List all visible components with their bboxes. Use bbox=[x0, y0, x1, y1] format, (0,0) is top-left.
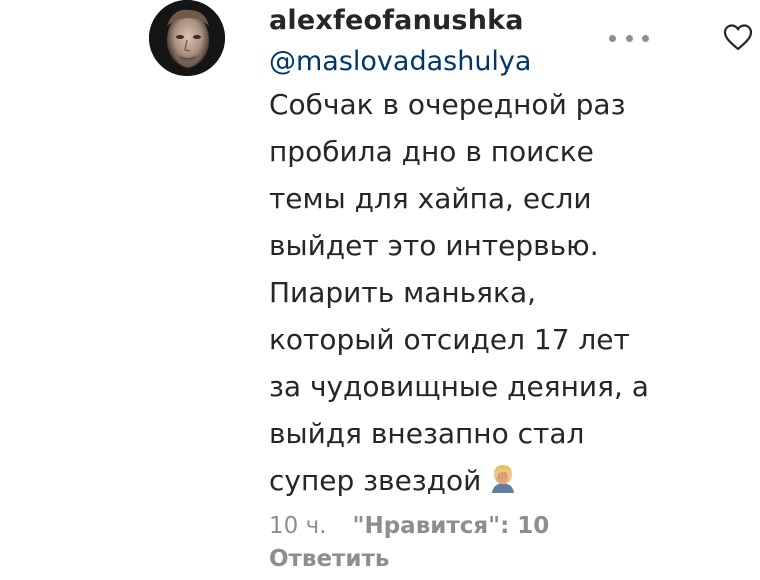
comment-text: Собчак в очередной раз пробила дно в пои… bbox=[269, 81, 699, 504]
comment-mention[interactable]: @maslovadashulya bbox=[269, 43, 699, 81]
comment-text-line: темы для хайпа, если bbox=[269, 182, 592, 215]
comment-text-line: Собчак в очередной раз bbox=[269, 88, 626, 121]
face-palm-emoji-icon bbox=[492, 465, 515, 493]
comment-text-line: выйдя внезапно стал bbox=[269, 417, 585, 450]
comment-text-line: Пиарить маньяка, bbox=[269, 276, 536, 309]
comment-text-line: выйдет это интервью. bbox=[269, 229, 599, 262]
comment-meta: 10 ч. "Нравится": 10 bbox=[269, 511, 549, 541]
avatar-photo bbox=[149, 0, 225, 76]
comment-text-line: который отсидел 17 лет bbox=[269, 323, 630, 356]
comment-text-line: за чудовищные деяния, а bbox=[269, 370, 649, 403]
avatar[interactable] bbox=[149, 0, 225, 76]
comment-block: alexfeofanushka @maslovadashulya Собчак … bbox=[269, 4, 699, 504]
comment-text-line-last: супер звездой bbox=[269, 457, 699, 504]
more-options-icon-dot bbox=[642, 34, 649, 42]
heart-outline-icon[interactable] bbox=[722, 22, 754, 52]
more-options-icon-dot bbox=[625, 34, 633, 42]
comment-likes-count[interactable]: "Нравится": 10 bbox=[352, 513, 549, 539]
comment-time[interactable]: 10 ч. bbox=[269, 513, 326, 539]
comment-text-line: пробила дно в поиске bbox=[269, 135, 594, 168]
more-options-button[interactable] bbox=[609, 30, 649, 46]
comment-text-line-words: супер звездой bbox=[269, 464, 482, 497]
more-options-icon bbox=[609, 34, 616, 42]
comment-screen: alexfeofanushka @maslovadashulya Собчак … bbox=[0, 0, 760, 580]
reply-button[interactable]: Ответить bbox=[269, 544, 389, 574]
